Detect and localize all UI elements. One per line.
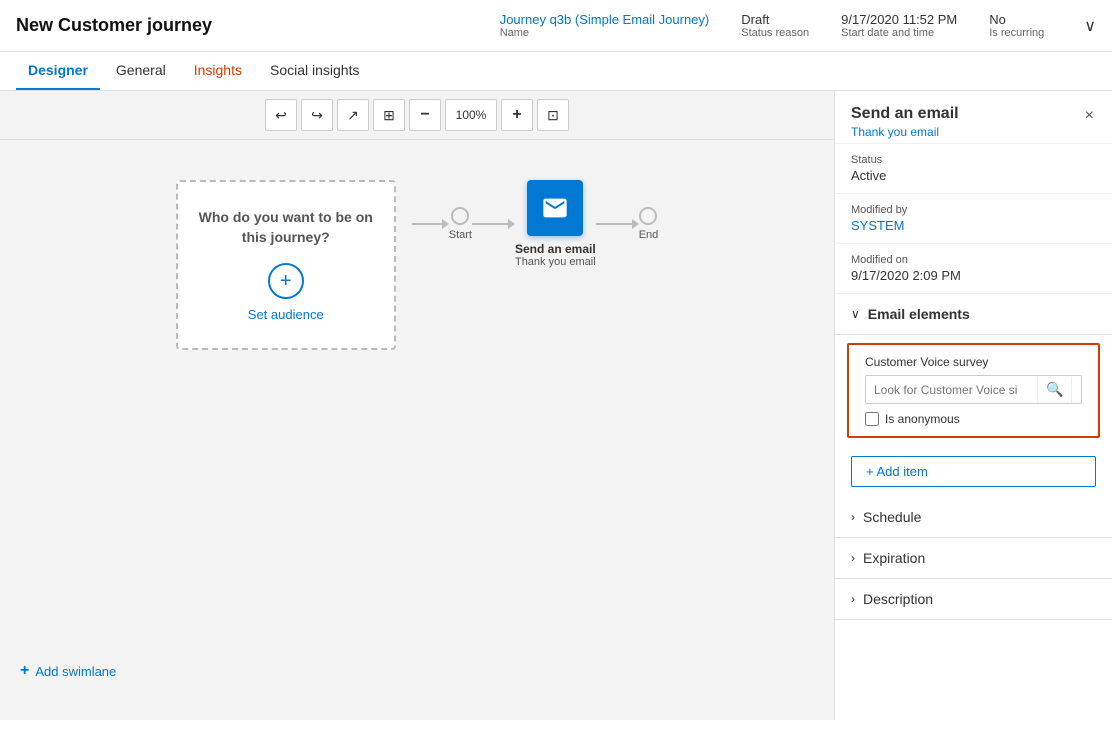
journey-name-value[interactable]: Journey q3b (Simple Email Journey) xyxy=(500,12,710,27)
expiration-section-row[interactable]: › Expiration xyxy=(835,538,1112,579)
email-elements-title: Email elements xyxy=(868,306,970,322)
add-swimlane-button[interactable]: + Add swimlane xyxy=(20,662,116,680)
email-node-title: Send an email xyxy=(515,242,596,256)
grid-button[interactable]: ⊞ xyxy=(373,99,405,131)
email-elements-section-header[interactable]: ∨ Email elements xyxy=(835,294,1112,335)
email-node[interactable]: Send an email Thank you email xyxy=(515,180,596,268)
modified-by-value[interactable]: SYSTEM xyxy=(851,218,1096,233)
status-value: Draft xyxy=(741,12,809,27)
date-label: Start date and time xyxy=(841,27,957,39)
schedule-section-row[interactable]: › Schedule xyxy=(835,497,1112,538)
zoom-level-display: 100% xyxy=(445,99,497,131)
date-value: 9/17/2020 11:52 PM xyxy=(841,12,957,27)
app-header: New Customer journey Journey q3b (Simple… xyxy=(0,0,1112,52)
email-node-box[interactable] xyxy=(527,180,583,236)
modified-on-label: Modified on xyxy=(851,254,1096,266)
arrow-3 xyxy=(632,219,639,229)
main-content: ↩ ↪ ↗ ⊞ − 100% + ⊡ Who do you want to be… xyxy=(0,91,1112,720)
header-expand-icon[interactable]: ∨ xyxy=(1084,12,1096,39)
cv-search-clear-icon[interactable]: × xyxy=(1071,377,1082,403)
zoom-out-button[interactable]: − xyxy=(409,99,441,131)
tab-bar: Designer General Insights Social insight… xyxy=(0,52,1112,91)
end-node: End xyxy=(639,207,659,241)
add-item-button[interactable]: + Add item xyxy=(851,456,1096,487)
arrow-2 xyxy=(508,219,515,229)
tab-designer[interactable]: Designer xyxy=(16,52,100,90)
meta-date: 9/17/2020 11:52 PM Start date and time xyxy=(841,12,957,39)
cv-anonymous-checkbox[interactable] xyxy=(865,412,879,426)
panel-modified-by-section: Modified by SYSTEM xyxy=(835,194,1112,244)
cv-search-icon[interactable]: 🔍 xyxy=(1037,376,1071,403)
recurring-value: No xyxy=(989,12,1044,27)
redo-button[interactable]: ↪ xyxy=(301,99,333,131)
meta-status: Draft Status reason xyxy=(741,12,809,39)
swimlane-text: Who do you want to be on this journey? xyxy=(198,208,374,247)
status-label: Status reason xyxy=(741,27,809,39)
description-chevron-icon: › xyxy=(851,592,855,606)
email-elements-collapse-icon: ∨ xyxy=(851,307,860,321)
schedule-chevron-icon: › xyxy=(851,510,855,524)
cv-search-row: 🔍 × xyxy=(865,375,1082,404)
add-swimlane-label: Add swimlane xyxy=(35,664,116,679)
modified-by-label: Modified by xyxy=(851,204,1096,216)
start-to-email-connector xyxy=(472,219,515,229)
tab-insights[interactable]: Insights xyxy=(182,52,254,90)
journey-name-label: Name xyxy=(500,27,710,39)
cv-search-input[interactable] xyxy=(866,378,1037,402)
email-to-end-connector xyxy=(596,219,639,229)
cv-anonymous-label: Is anonymous xyxy=(885,412,960,426)
tab-general[interactable]: General xyxy=(104,52,178,90)
zoom-in-button[interactable]: + xyxy=(501,99,533,131)
start-circle xyxy=(451,207,469,225)
modified-on-value: 9/17/2020 2:09 PM xyxy=(851,268,1096,283)
arrow-1 xyxy=(442,219,449,229)
email-icon xyxy=(541,194,569,222)
description-section-row[interactable]: › Description xyxy=(835,579,1112,620)
journey-canvas-area: ↩ ↪ ↗ ⊞ − 100% + ⊡ Who do you want to be… xyxy=(0,91,834,720)
panel-close-button[interactable]: × xyxy=(1083,105,1096,127)
meta-name: Journey q3b (Simple Email Journey) Name xyxy=(500,12,710,39)
meta-recurring: No Is recurring xyxy=(989,12,1044,39)
page-title: New Customer journey xyxy=(16,15,212,36)
end-label: End xyxy=(639,229,659,241)
flow-start: Start Send an email Thank you email xyxy=(412,180,659,268)
email-node-sub: Thank you email xyxy=(515,256,596,268)
start-label: Start xyxy=(449,229,472,241)
cv-survey-label: Customer Voice survey xyxy=(865,355,1082,369)
audience-swimlane: Who do you want to be on this journey? +… xyxy=(176,180,396,350)
add-swimlane-icon: + xyxy=(20,662,29,680)
panel-header-text: Send an email Thank you email xyxy=(851,105,959,139)
connector-line-2 xyxy=(472,223,508,225)
start-connector xyxy=(412,219,449,229)
panel-title: Send an email xyxy=(851,105,959,123)
expand-button[interactable]: ↗ xyxy=(337,99,369,131)
journey-flow: Who do you want to be on this journey? +… xyxy=(0,140,834,390)
end-circle xyxy=(639,207,657,225)
header-meta: Journey q3b (Simple Email Journey) Name … xyxy=(500,12,1096,39)
status-field-value: Active xyxy=(851,168,1096,183)
panel-header: Send an email Thank you email × xyxy=(835,91,1112,144)
description-label: Description xyxy=(863,591,933,607)
connector-line-1 xyxy=(412,223,442,225)
add-item-label: + Add item xyxy=(866,464,928,479)
expiration-chevron-icon: › xyxy=(851,551,855,565)
set-audience-link[interactable]: Set audience xyxy=(248,307,324,322)
start-node: Start xyxy=(449,207,472,241)
panel-modified-on-section: Modified on 9/17/2020 2:09 PM xyxy=(835,244,1112,294)
expiration-label: Expiration xyxy=(863,550,925,566)
canvas-toolbar: ↩ ↪ ↗ ⊞ − 100% + ⊡ xyxy=(0,91,834,140)
fit-button[interactable]: ⊡ xyxy=(537,99,569,131)
right-panel: Send an email Thank you email × Status A… xyxy=(834,91,1112,720)
add-audience-button[interactable]: + xyxy=(268,263,304,299)
panel-subtitle[interactable]: Thank you email xyxy=(851,125,959,139)
schedule-label: Schedule xyxy=(863,509,921,525)
undo-button[interactable]: ↩ xyxy=(265,99,297,131)
recurring-label: Is recurring xyxy=(989,27,1044,39)
panel-status-section: Status Active xyxy=(835,144,1112,194)
customer-voice-survey-section: Customer Voice survey 🔍 × Is anonymous xyxy=(847,343,1100,438)
status-field-label: Status xyxy=(851,154,1096,166)
connector-line-3 xyxy=(596,223,632,225)
cv-anonymous-row: Is anonymous xyxy=(865,412,1082,426)
tab-social-insights[interactable]: Social insights xyxy=(258,52,372,90)
